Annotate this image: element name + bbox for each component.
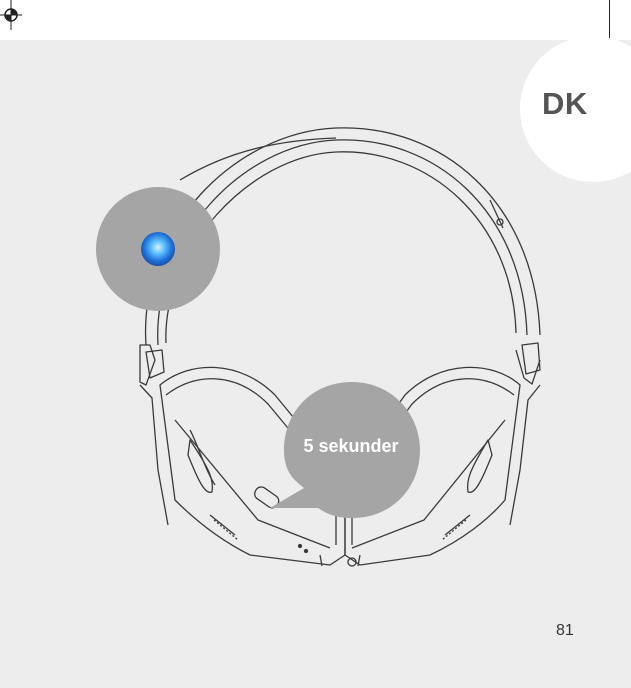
led-light-icon	[141, 232, 175, 266]
manual-page: DK 5 sekunder 81	[0, 0, 631, 688]
page-number: 81	[556, 622, 574, 639]
headphones-illustration	[96, 127, 541, 567]
duration-label: 5 sekunder	[303, 436, 399, 456]
